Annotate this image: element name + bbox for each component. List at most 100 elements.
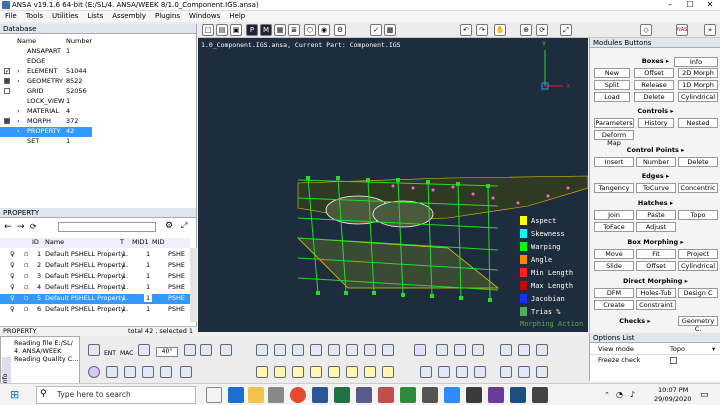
mesh-icon[interactable]: ▩ bbox=[384, 24, 396, 36]
controls-deform-map-button[interactable]: Deform Map bbox=[594, 130, 634, 147]
app-icon-6[interactable] bbox=[532, 387, 548, 403]
tree-row-material[interactable]: › MATERIAL 4 bbox=[0, 107, 197, 117]
square-tool-icon[interactable] bbox=[310, 344, 322, 356]
feature-view-icon[interactable] bbox=[500, 344, 512, 356]
cube-view-icon[interactable] bbox=[138, 344, 150, 356]
zoom-app-icon[interactable] bbox=[444, 387, 460, 403]
legend-trias[interactable]: Trias % bbox=[520, 307, 583, 320]
visibility-checkbox[interactable] bbox=[4, 78, 10, 84]
lightbulb-icon[interactable]: ♀ bbox=[10, 272, 15, 280]
settings-icon[interactable]: ⚙ bbox=[334, 24, 346, 36]
settings-icon[interactable]: ⚙ bbox=[165, 221, 173, 231]
edges-tangency-button[interactable]: Tangency bbox=[594, 183, 634, 193]
cp-delete-button[interactable]: Delete bbox=[678, 157, 718, 167]
legend-skewness[interactable]: Skewness bbox=[520, 229, 583, 242]
table-row-selected[interactable]: ♀ ▫ 5 Default PSHELL Property 1. 1 PSHE bbox=[0, 294, 190, 304]
bm-fit-button[interactable]: Fit bbox=[636, 249, 676, 259]
network-icon[interactable]: ◔ bbox=[616, 390, 623, 399]
section-edges[interactable]: Edges ▸ bbox=[590, 172, 720, 180]
mesh-tool-5-icon[interactable] bbox=[328, 366, 340, 378]
m-module-icon[interactable]: M bbox=[260, 24, 272, 36]
mesh-tool-icon[interactable] bbox=[256, 366, 268, 378]
nastran-icon[interactable]: NAS bbox=[676, 24, 688, 36]
angle-field[interactable]: 40° bbox=[156, 347, 178, 357]
notification-icon[interactable]: ▭ bbox=[700, 390, 709, 400]
mesh-tool-2-icon[interactable] bbox=[274, 366, 286, 378]
lightbulb-icon[interactable]: ♀ bbox=[10, 261, 15, 269]
boxes-cylindrical-button[interactable]: Cylindrical bbox=[678, 92, 718, 102]
tray-chevron-icon[interactable]: ⌃ bbox=[604, 391, 610, 399]
table-row[interactable]: ♀ ▫ 4 Default PSHELL Property 1. 1 PSHE bbox=[0, 283, 190, 293]
rotate-icon[interactable]: ⟳ bbox=[536, 24, 548, 36]
controls-nested-button[interactable]: Nested bbox=[678, 118, 718, 128]
app-icon-2[interactable] bbox=[422, 387, 438, 403]
cp-number-button[interactable]: Number bbox=[636, 157, 676, 167]
tree-row-ansapart[interactable]: ANSAPART 1 bbox=[0, 47, 197, 57]
forward-arrow-icon[interactable]: → bbox=[17, 222, 25, 232]
boxes-delete-button[interactable]: Delete bbox=[634, 92, 674, 102]
expand-arrow-icon[interactable]: › bbox=[17, 127, 20, 135]
ent-label[interactable]: ENT bbox=[104, 350, 116, 357]
view-icon[interactable]: ◉ bbox=[318, 24, 330, 36]
boxes-offset-button[interactable]: Offset bbox=[634, 68, 674, 78]
col-mid[interactable]: MID bbox=[152, 238, 165, 246]
maximize-button[interactable]: ☐ bbox=[680, 0, 700, 11]
col-t[interactable]: T bbox=[120, 238, 124, 246]
app-icon-3[interactable] bbox=[466, 387, 482, 403]
mid1-edit-field[interactable]: 1 bbox=[144, 294, 153, 302]
plate-icon[interactable] bbox=[160, 366, 172, 378]
boxes-2d-morph-button[interactable]: 2D Morph bbox=[678, 68, 718, 78]
section-direct-morphing[interactable]: Direct Morphing ▸ bbox=[590, 277, 720, 285]
hatches-adjust-button[interactable]: Adjust bbox=[636, 222, 676, 232]
hatches-toface-button[interactable]: ToFace bbox=[594, 222, 634, 232]
edges-tocurve-button[interactable]: ToCurve bbox=[636, 183, 676, 193]
save-icon[interactable]: ▣ bbox=[230, 24, 242, 36]
col-name[interactable]: Name bbox=[45, 238, 64, 246]
checks-geometry-button[interactable]: Geometry C. bbox=[678, 316, 718, 333]
menu-windows[interactable]: Windows bbox=[184, 11, 224, 20]
legend-min-length[interactable]: Min Length bbox=[520, 268, 583, 281]
chevron-down-icon[interactable]: ▾ bbox=[712, 345, 715, 353]
mesh-tool-6-icon[interactable] bbox=[346, 366, 358, 378]
hatches-topo-button[interactable]: Topo bbox=[678, 210, 718, 220]
legend-warping[interactable]: Warping bbox=[520, 242, 583, 255]
table-row[interactable]: ♀ ▫ 1 Default PSHELL Property 1. 1 PSHE bbox=[0, 250, 190, 260]
point-tool-icon[interactable] bbox=[274, 344, 286, 356]
grid-tool-icon[interactable] bbox=[292, 344, 304, 356]
graphics-viewport[interactable]: 1.0_Component.IGS.ansa, Current Part: Co… bbox=[198, 38, 588, 332]
check-icon[interactable]: ✓ bbox=[370, 24, 382, 36]
mac-label[interactable]: MAC bbox=[120, 350, 133, 357]
hand-icon[interactable]: ✋ bbox=[494, 24, 506, 36]
menu-tools[interactable]: Tools bbox=[21, 11, 47, 20]
tree-row-grid[interactable]: GRID 52056 bbox=[0, 87, 197, 97]
lock-tool-icon[interactable] bbox=[328, 344, 340, 356]
grid-view-icon[interactable] bbox=[474, 366, 486, 378]
solidworks-icon[interactable] bbox=[378, 387, 394, 403]
expand-icon[interactable]: ⤢ bbox=[181, 221, 187, 231]
clock-date[interactable]: 29/09/2020 bbox=[654, 395, 691, 403]
expand-arrow-icon[interactable]: › bbox=[17, 107, 20, 115]
visibility-checkbox[interactable] bbox=[4, 118, 10, 124]
cylinder-icon[interactable] bbox=[106, 366, 118, 378]
measure-tool-icon[interactable] bbox=[364, 344, 376, 356]
legend-max-length[interactable]: Max Length bbox=[520, 281, 583, 294]
box-icon[interactable] bbox=[124, 366, 136, 378]
windows-start-icon[interactable]: ⊞ bbox=[10, 389, 19, 400]
menu-lists[interactable]: Lists bbox=[82, 11, 107, 20]
section-hatches[interactable]: Hatches ▸ bbox=[590, 199, 720, 207]
section-control-points[interactable]: Control Points ▸ bbox=[590, 146, 720, 154]
properties-icon[interactable]: ≣ bbox=[288, 24, 300, 36]
hatches-paste-button[interactable]: Paste bbox=[636, 210, 676, 220]
app-icon-4[interactable] bbox=[488, 387, 504, 403]
hatches-join-button[interactable]: Join bbox=[594, 210, 634, 220]
layout-icon[interactable]: ▦ bbox=[274, 24, 286, 36]
tree-row-morph[interactable]: › MORPH 372 bbox=[0, 117, 197, 127]
bm-move-button[interactable]: Move bbox=[594, 249, 634, 259]
beam-icon[interactable] bbox=[142, 366, 154, 378]
p-module-icon[interactable]: P bbox=[246, 24, 258, 36]
minimize-button[interactable]: – bbox=[660, 0, 680, 11]
boxes-split-button[interactable]: Split bbox=[594, 80, 630, 90]
lightbulb-icon[interactable]: ♀ bbox=[10, 305, 15, 313]
tree-row-element[interactable]: ✓ › ELEMENT 51044 bbox=[0, 67, 197, 77]
menu-plugins[interactable]: Plugins bbox=[150, 11, 184, 20]
